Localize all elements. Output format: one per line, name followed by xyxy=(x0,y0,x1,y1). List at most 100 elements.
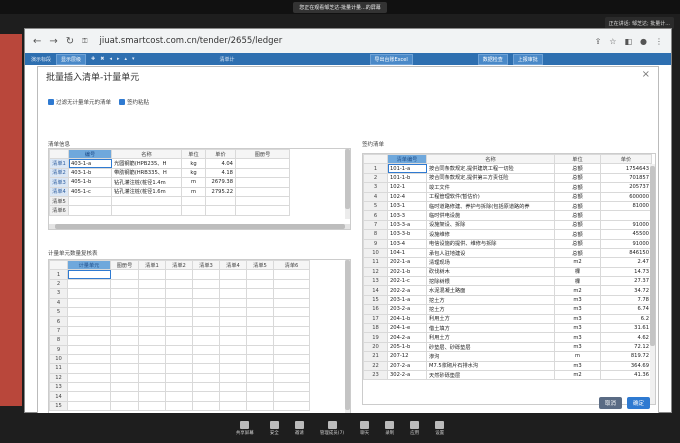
units-cell[interactable] xyxy=(246,297,274,308)
contract-col-header[interactable]: 清单编号 xyxy=(387,154,427,165)
cancel-button[interactable]: 取消 xyxy=(598,397,622,409)
confirm-button[interactable]: 确定 xyxy=(626,397,650,409)
contract-cell[interactable]: 设施维修 xyxy=(426,229,555,240)
bills-cell[interactable]: m xyxy=(181,186,206,197)
contract-row[interactable]: 4 102-4 工程管理软件(暂估价) 总额 600000 xyxy=(363,191,652,202)
units-cell[interactable] xyxy=(219,353,247,365)
contract-cell[interactable]: 挖除树根 xyxy=(426,276,555,287)
units-cell[interactable] xyxy=(219,382,247,393)
contract-cell[interactable]: 临时道路修建、养护与拆除(包括原道路的养 xyxy=(426,200,555,212)
contract-cell[interactable]: 天然砂砾垫层 xyxy=(426,369,555,381)
contract-cell[interactable]: 207-2-a xyxy=(387,360,427,372)
bills-cell[interactable]: 405-1-b xyxy=(68,177,112,188)
bills-hscroll[interactable] xyxy=(49,224,350,229)
contract-row[interactable]: 1 101-1-a 按合同条款规定,提供建筑工程一切险 总额 1754643 xyxy=(363,163,652,174)
meeting-toolbar-item[interactable]: 邀请 xyxy=(294,420,304,436)
contract-cell[interactable]: 102-1 xyxy=(387,182,427,193)
units-cell[interactable] xyxy=(219,400,247,412)
units-cell[interactable] xyxy=(67,306,111,318)
contract-cell[interactable]: 设施架设、拆除 xyxy=(426,219,555,231)
units-row[interactable]: 1 xyxy=(49,269,310,280)
submit-approval-button[interactable]: 上报审批 xyxy=(512,53,543,65)
contract-row[interactable]: 17 204-1-b 利用土方 m3 6.2 xyxy=(363,313,652,325)
paste-option[interactable]: 签约粘贴 xyxy=(119,98,149,106)
units-cell[interactable] xyxy=(110,288,139,299)
bills-row[interactable]: 清单3 405-1-b 钻孔灌注桩(桩径1.4m m 2679.38 xyxy=(49,177,290,188)
units-cell[interactable] xyxy=(110,297,139,308)
contract-row[interactable]: 21 207-12 渗沟 m 819.72 xyxy=(363,351,652,362)
units-cell[interactable] xyxy=(67,400,111,412)
contract-cell[interactable]: 14.73 xyxy=(600,266,652,278)
contract-cell[interactable]: 102-4 xyxy=(387,191,427,202)
units-row[interactable]: 7 xyxy=(49,325,310,337)
contract-cell[interactable]: 204-1-e xyxy=(387,323,427,334)
arrow-up-icon[interactable]: ▴ xyxy=(124,56,127,62)
units-col-header[interactable]: 清单5 xyxy=(246,260,274,271)
units-row[interactable]: 2 xyxy=(49,278,310,290)
units-cell[interactable] xyxy=(165,278,193,290)
units-cell[interactable] xyxy=(138,344,166,355)
contract-cell[interactable]: 103-1 xyxy=(387,200,427,212)
contract-cell[interactable]: 91000 xyxy=(600,238,652,249)
units-row[interactable]: 6 xyxy=(49,316,310,327)
contract-cell[interactable]: 利用土方 xyxy=(426,313,555,325)
contract-cell[interactable]: M7.5浆砌片石排水沟 xyxy=(426,360,555,372)
units-cell[interactable] xyxy=(138,353,166,365)
contract-row[interactable]: 7 103-3-a 设施架设、拆除 总额 91000 xyxy=(363,219,652,231)
units-cell[interactable] xyxy=(138,363,166,374)
contract-row[interactable]: 2 101-1-b 按合同条款规定,提供第三方责任险 总额 701857 xyxy=(363,172,652,184)
contract-cell[interactable]: 600000 xyxy=(600,191,652,202)
contract-cell[interactable]: m2 xyxy=(554,257,601,268)
units-cell[interactable] xyxy=(67,353,111,365)
units-vscroll[interactable] xyxy=(345,260,350,423)
units-cell[interactable] xyxy=(192,297,220,308)
bills-cell[interactable] xyxy=(235,158,290,169)
units-cell[interactable] xyxy=(246,353,274,365)
contract-row[interactable]: 8 103-3-b 设施维修 总额 45500 xyxy=(363,229,652,240)
units-col-header[interactable]: 清单3 xyxy=(192,260,220,271)
bills-cell[interactable]: 带肋钢筋(HRB335、H xyxy=(111,167,182,179)
units-cell[interactable] xyxy=(138,325,166,337)
contract-cell[interactable]: 207-12 xyxy=(387,351,427,362)
contract-cell[interactable]: 1754643 xyxy=(600,163,652,174)
meeting-toolbar-item[interactable]: 聊天 xyxy=(360,420,370,436)
forward-icon[interactable]: → xyxy=(49,36,57,47)
units-row[interactable]: 12 xyxy=(49,372,310,384)
arrow-right-icon[interactable]: ▸ xyxy=(117,56,120,62)
units-cell[interactable] xyxy=(138,335,166,346)
contract-cell[interactable]: 竣工文件 xyxy=(426,182,555,193)
contract-cell[interactable]: 846150 xyxy=(600,247,652,259)
checkbox-checked-icon[interactable] xyxy=(119,99,126,105)
units-cell[interactable] xyxy=(192,382,220,393)
bills-row[interactable]: 清单6 xyxy=(49,205,290,216)
units-row[interactable]: 8 xyxy=(49,335,310,346)
contract-cell[interactable]: m2 xyxy=(554,285,601,296)
units-cell[interactable] xyxy=(246,316,274,327)
units-cell[interactable] xyxy=(273,269,310,280)
contract-cell[interactable]: 总额 xyxy=(554,229,601,240)
contract-cell[interactable]: m3 xyxy=(554,332,601,343)
units-cell[interactable] xyxy=(219,363,247,374)
units-cell[interactable] xyxy=(246,306,274,318)
contract-cell[interactable]: 总额 xyxy=(554,219,601,231)
units-cell[interactable] xyxy=(165,306,193,318)
units-cell[interactable] xyxy=(138,288,166,299)
contract-cell[interactable]: 按合同条款规定,提供第三方责任险 xyxy=(426,172,555,184)
bills-cell[interactable] xyxy=(205,195,236,207)
units-cell[interactable] xyxy=(165,400,193,412)
units-cell[interactable] xyxy=(67,288,111,299)
units-cell[interactable] xyxy=(219,306,247,318)
units-row[interactable]: 4 xyxy=(49,297,310,308)
bills-cell[interactable]: 2795.22 xyxy=(205,186,236,197)
contract-col-header[interactable]: 名称 xyxy=(426,154,555,165)
add-icon[interactable]: ✚ xyxy=(91,56,95,62)
contract-cell[interactable]: 103-3 xyxy=(387,210,427,221)
units-col-header[interactable]: 计量单元 xyxy=(67,260,111,271)
contract-cell[interactable]: 27.37 xyxy=(600,276,652,287)
units-cell[interactable] xyxy=(165,288,193,299)
contract-cell[interactable]: 清理现场 xyxy=(426,257,555,268)
units-row[interactable]: 13 xyxy=(49,382,310,393)
contract-cell[interactable]: 工程管理软件(暂估价) xyxy=(426,191,555,202)
contract-cell[interactable]: 临时供电设施 xyxy=(426,210,555,221)
units-cell[interactable] xyxy=(273,382,310,393)
